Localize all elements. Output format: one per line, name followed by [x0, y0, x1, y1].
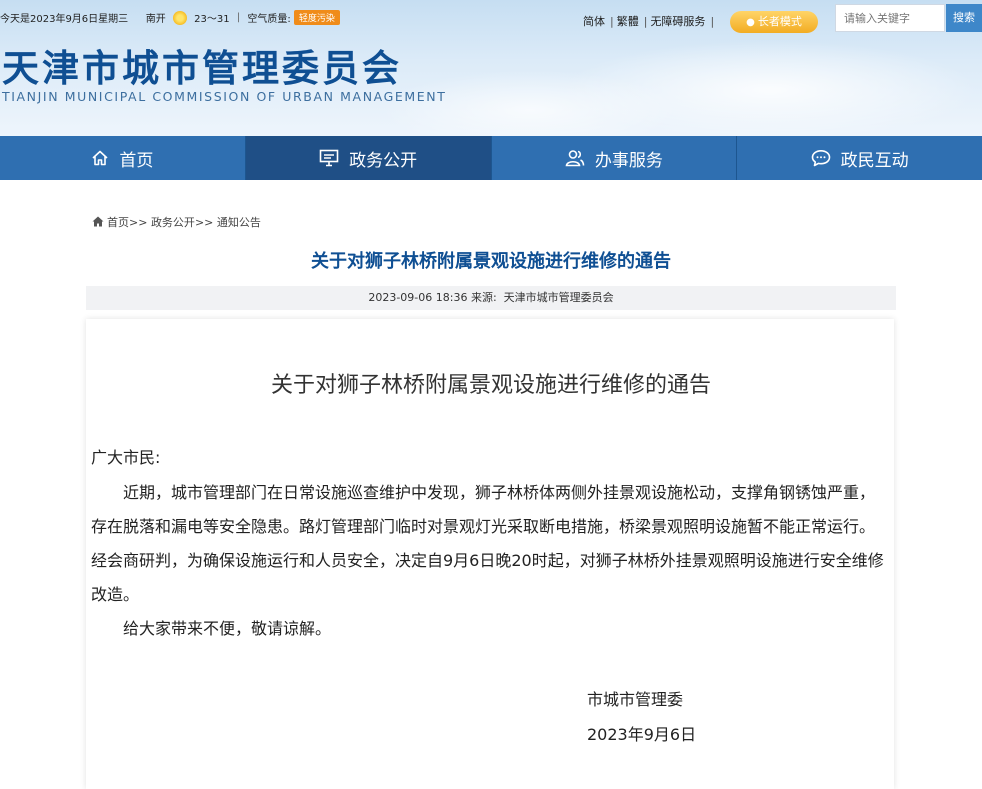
signer: 市城市管理委	[587, 690, 684, 709]
breadcrumb-notice-link[interactable]: 通知公告	[217, 216, 261, 229]
search-input[interactable]	[835, 4, 945, 32]
document-title: 关于对狮子林桥附属景观设施进行维修的通告	[270, 373, 711, 398]
monitor-icon	[319, 149, 339, 167]
district-text: 南开	[145, 14, 166, 25]
home-icon	[92, 216, 104, 227]
info-bar: 今天是2023年9月6日星期三 南开 23～31 | 空气质量: 轻度污染	[0, 10, 340, 25]
nav-label: 政民互动	[840, 150, 909, 171]
breadcrumb-gov-link[interactable]: 政务公开	[151, 216, 195, 229]
site-logo-title[interactable]: 天津市城市管理委员会	[2, 38, 402, 92]
nav-item-home[interactable]: 首页	[0, 136, 246, 180]
sign-date: 2023年9月6日	[587, 725, 697, 744]
elder-mode-button[interactable]: ● 长者模式	[730, 11, 818, 33]
air-quality-label: 空气质量:	[247, 14, 291, 25]
site-logo-subtitle: TIANJIN MUNICIPAL COMMISSION OF URBAN MA…	[2, 89, 447, 104]
article-body: 近期，城市管理部门在日常设施巡查维护中发现，狮子林桥体两侧外挂景观设施松动，支撑…	[91, 476, 886, 646]
date-text: 今天是2023年9月6日星期三	[0, 14, 129, 25]
users-icon	[565, 150, 585, 167]
article-title: 关于对狮子林桥附属景观设施进行维修的通告	[311, 251, 671, 272]
article-meta: 2023-09-06 18:36 来源: 天津市城市管理委员会	[86, 286, 896, 310]
nav-item-services[interactable]: 办事服务	[492, 136, 738, 180]
air-quality-badge: 轻度污染	[293, 10, 340, 25]
traditional-chinese-link[interactable]: 繁體	[617, 13, 639, 29]
sunny-weather-icon	[172, 10, 187, 25]
home-icon	[92, 150, 108, 166]
publish-date: 2023-09-06 18:36	[368, 291, 468, 304]
nav-label: 首页	[119, 150, 154, 171]
body-paragraph: 给大家带来不便，敬请谅解。	[123, 619, 332, 638]
nav-item-interaction[interactable]: 政民互动	[737, 136, 982, 180]
nav-label: 办事服务	[594, 150, 663, 171]
accessibility-link[interactable]: 无障碍服务	[650, 13, 705, 29]
nav-label: 政务公开	[349, 150, 418, 171]
nav-item-gov-affairs[interactable]: 政务公开	[245, 136, 492, 180]
temperature-text: 23～31	[194, 14, 230, 25]
header-tools: 简体 | 繁體 | 无障碍服务 |	[583, 13, 715, 29]
source-text: 天津市城市管理委员会	[503, 291, 614, 304]
breadcrumb: 首页>> 政务公开>> 通知公告	[92, 214, 261, 230]
site-header: 今天是2023年9月6日星期三 南开 23～31 | 空气质量: 轻度污染 简体…	[0, 0, 982, 136]
source-label: 来源:	[470, 291, 497, 304]
search-button[interactable]: 搜索	[946, 4, 982, 32]
chat-bubble-icon	[811, 150, 830, 167]
breadcrumb-separator: >>	[129, 216, 148, 229]
breadcrumb-home-link[interactable]: 首页	[107, 216, 129, 229]
breadcrumb-separator: >>	[194, 216, 214, 229]
elder-mode-label: 长者模式	[757, 15, 802, 28]
simplified-chinese-link[interactable]: 简体	[583, 13, 605, 29]
salutation: 广大市民:	[91, 448, 161, 467]
main-nav: 首页 政务公开 办事服务 政民互动	[0, 136, 982, 180]
body-paragraph: 近期，城市管理部门在日常设施巡查维护中发现，狮子林桥体两侧外挂景观设施松动，支撑…	[91, 483, 884, 604]
elder-mode-icon: ●	[746, 17, 755, 28]
